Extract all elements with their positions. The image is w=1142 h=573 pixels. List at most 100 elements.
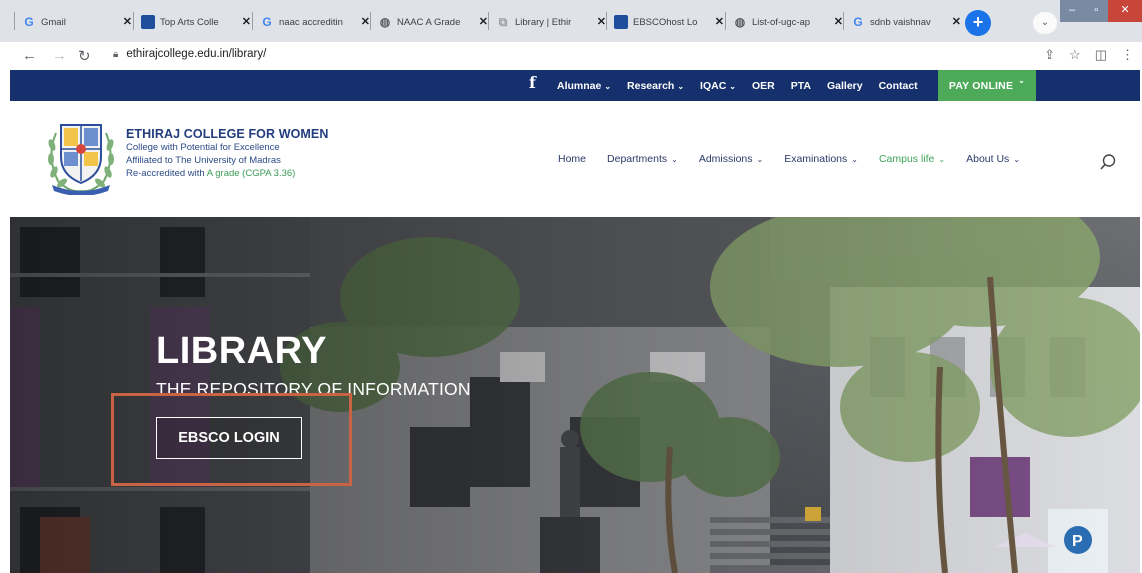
site-header: ETHIRAJ COLLEGE FOR WOMEN College with P… [10,101,1140,217]
tab-close-icon[interactable]: ✕ [123,15,132,28]
google-g-icon: G [853,15,863,29]
maximize-icon[interactable]: ▫ [1084,0,1108,22]
reload-icon[interactable]: ↻ [78,47,91,65]
college-crest-logo[interactable] [44,117,118,195]
globe-icon: ◍ [734,15,746,29]
globe-icon: ◍ [379,15,391,29]
window-close-icon[interactable]: ✕ [1108,0,1142,22]
profile-dropdown-icon[interactable]: ⌄ [1033,12,1057,34]
browser-menu-icon[interactable]: ⋮ [1121,47,1134,63]
google-g-icon: G [262,15,272,29]
tab-close-icon[interactable]: ✕ [597,15,606,28]
accreditation-grade: A grade (CGPA 3.36) [206,168,296,179]
college-name[interactable]: ETHIRAJ COLLEGE FOR WOMEN [126,127,356,141]
nav-item-examinations[interactable]: Examinations ⌄ [784,153,858,165]
tagline-accreditation: Re-accredited with A grade (CGPA 3.36) [126,168,356,180]
url-text: ethirajcollege.edu.in/library/ [126,48,267,60]
browser-tab-strip: G Gmail ✕ Top Arts Colle ✕ Gnaac accreditin ✕ ◍… [0,0,1142,42]
tab-separator [843,12,844,30]
window-controls: – ▫ ✕ [1060,0,1142,22]
chevron-down-icon: ⌄ [1018,76,1026,85]
college-branding: ETHIRAJ COLLEGE FOR WOMEN College with P… [126,127,356,180]
topbar-item-gallery[interactable]: Gallery [827,80,863,92]
tab-close-icon[interactable]: ✕ [952,15,961,28]
hero-banner: P LIBRARY THE REPOSITORY OF INFORMATION … [10,217,1140,573]
top-utility-nav: Alumnae ⌄ Research ⌄ IQAC ⌄ OER PTA Gallery Conta… [557,70,934,101]
tab-separator [133,12,134,30]
tab-title: Top Arts Colle [160,16,219,28]
chevron-down-icon: ⌄ [677,81,685,91]
hero-title: LIBRARY [156,330,327,372]
tab-title: sdnb vaishnav [870,16,931,28]
search-icon[interactable] [1099,153,1117,171]
new-tab-button[interactable]: + [965,10,991,36]
nav-item-label: About Us [966,153,1010,165]
annotation-highlight-box [111,393,352,486]
nav-item-label: Campus life [878,153,935,165]
topbar-item-research[interactable]: Research ⌄ [627,80,684,92]
topbar-item-alumnae[interactable]: Alumnae ⌄ [557,80,611,92]
top-utility-bar: f Alumnae ⌄ Research ⌄ IQAC ⌄ OER PTA Gallery Con… [10,70,1140,101]
tab-separator [370,12,371,30]
nav-item-about-us[interactable]: About Us ⌄ [966,153,1020,165]
chevron-down-icon: ⌄ [938,155,946,164]
browser-tab[interactable]: ◍ List-of-ugc-ap ✕ [733,8,845,36]
bookmark-icon: ⧉ [498,14,508,29]
blue-square-icon [614,15,628,29]
forward-arrow-icon[interactable]: → [52,47,67,64]
tab-close-icon[interactable]: ✕ [479,15,488,28]
topbar-item-pta[interactable]: PTA [791,80,811,92]
accreditation-prefix: Re-accredited with [126,168,207,179]
browser-tab[interactable]: ⧉ Library | Ethir ✕ [496,8,608,36]
main-navigation: Home Departments ⌄ Admissions ⌄ Examinations ⌄… [558,153,1041,165]
tab-title: Library | Ethir [515,16,572,28]
topbar-item-label: Research [627,79,675,92]
nav-item-label: Home [558,153,587,165]
url-field[interactable]: 🔒︎ ethirajcollege.edu.in/library/ [113,48,266,60]
lock-icon: 🔒︎ [113,49,119,60]
tab-separator [488,12,489,30]
tab-separator [14,12,15,30]
back-arrow-icon[interactable]: ← [22,47,37,64]
google-g-icon: G [24,15,34,29]
browser-tab[interactable]: G Gmail ✕ [22,8,134,36]
topbar-item-label: Alumnae [557,79,602,92]
browser-tab[interactable]: EBSCOhost Lo ✕ [614,8,726,36]
browser-tab[interactable]: ◍ NAAC A Grade ✕ [378,8,490,36]
tab-close-icon[interactable]: ✕ [715,15,724,28]
tab-separator [252,12,253,30]
nav-item-admissions[interactable]: Admissions ⌄ [699,153,763,165]
bookmark-star-icon[interactable]: ☆ [1069,47,1081,63]
tab-separator [725,12,726,30]
nav-item-label: Examinations [784,153,848,165]
tab-title: Gmail [41,16,66,28]
tab-close-icon[interactable]: ✕ [242,15,251,28]
topbar-item-label: PTA [790,79,811,92]
tab-close-icon[interactable]: ✕ [361,15,370,28]
tagline-excellence: College with Potential for Excellence [126,142,280,153]
topbar-item-oer[interactable]: OER [752,80,775,92]
browser-tab[interactable]: Gsdnb vaishnav ✕ [851,8,963,36]
pay-online-button[interactable]: PAY ONLINE ⌄ [938,70,1036,101]
nav-item-home[interactable]: Home [558,153,586,165]
browser-tab[interactable]: Top Arts Colle ✕ [141,8,253,36]
minimize-icon[interactable]: – [1060,0,1084,22]
chevron-down-icon: ⌄ [671,155,678,164]
chevron-down-icon: ⌄ [756,155,764,164]
side-panel-icon[interactable]: ◫ [1095,47,1107,63]
topbar-item-label: OER [751,79,775,92]
topbar-item-contact[interactable]: Contact [879,80,918,92]
nav-item-departments[interactable]: Departments ⌄ [607,153,678,165]
address-bar: ← → ↻ 🔒︎ ethirajcollege.edu.in/library/ ⇪… [0,42,1142,70]
chevron-down-icon: ⌄ [604,81,612,91]
nav-item-campus-life[interactable]: Campus life ⌄ [879,153,945,165]
blue-square-icon [141,15,155,29]
tab-close-icon[interactable]: ✕ [834,15,843,28]
pay-online-label: PAY ONLINE [948,79,1014,92]
topbar-item-iqac[interactable]: IQAC ⌄ [700,80,736,92]
chevron-down-icon: ⌄ [1013,155,1021,164]
tagline-affiliation: Affiliated to The University of Madras [126,155,281,166]
browser-tab[interactable]: Gnaac accreditin ✕ [260,8,372,36]
facebook-icon[interactable]: f [529,73,536,92]
share-icon[interactable]: ⇪ [1044,47,1055,63]
